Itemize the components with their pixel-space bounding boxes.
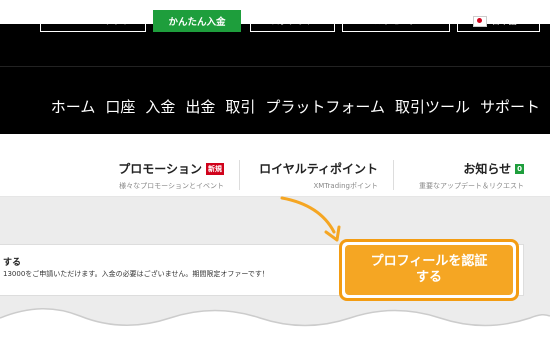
verify-profile-label: プロフィールを認証 する bbox=[345, 245, 513, 295]
notice-text: 13000をご申請いただけます。入金の必要はございません。期間限定オファーです！ bbox=[3, 270, 269, 278]
notice-title: する bbox=[3, 258, 22, 268]
verify-profile-label-line2: する bbox=[415, 270, 442, 285]
torn-edge bbox=[0, 308, 550, 364]
verify-profile-button[interactable]: プロフィールを認証 する bbox=[339, 239, 519, 301]
verify-profile-label-line1: プロフィールを認証 bbox=[370, 254, 488, 270]
